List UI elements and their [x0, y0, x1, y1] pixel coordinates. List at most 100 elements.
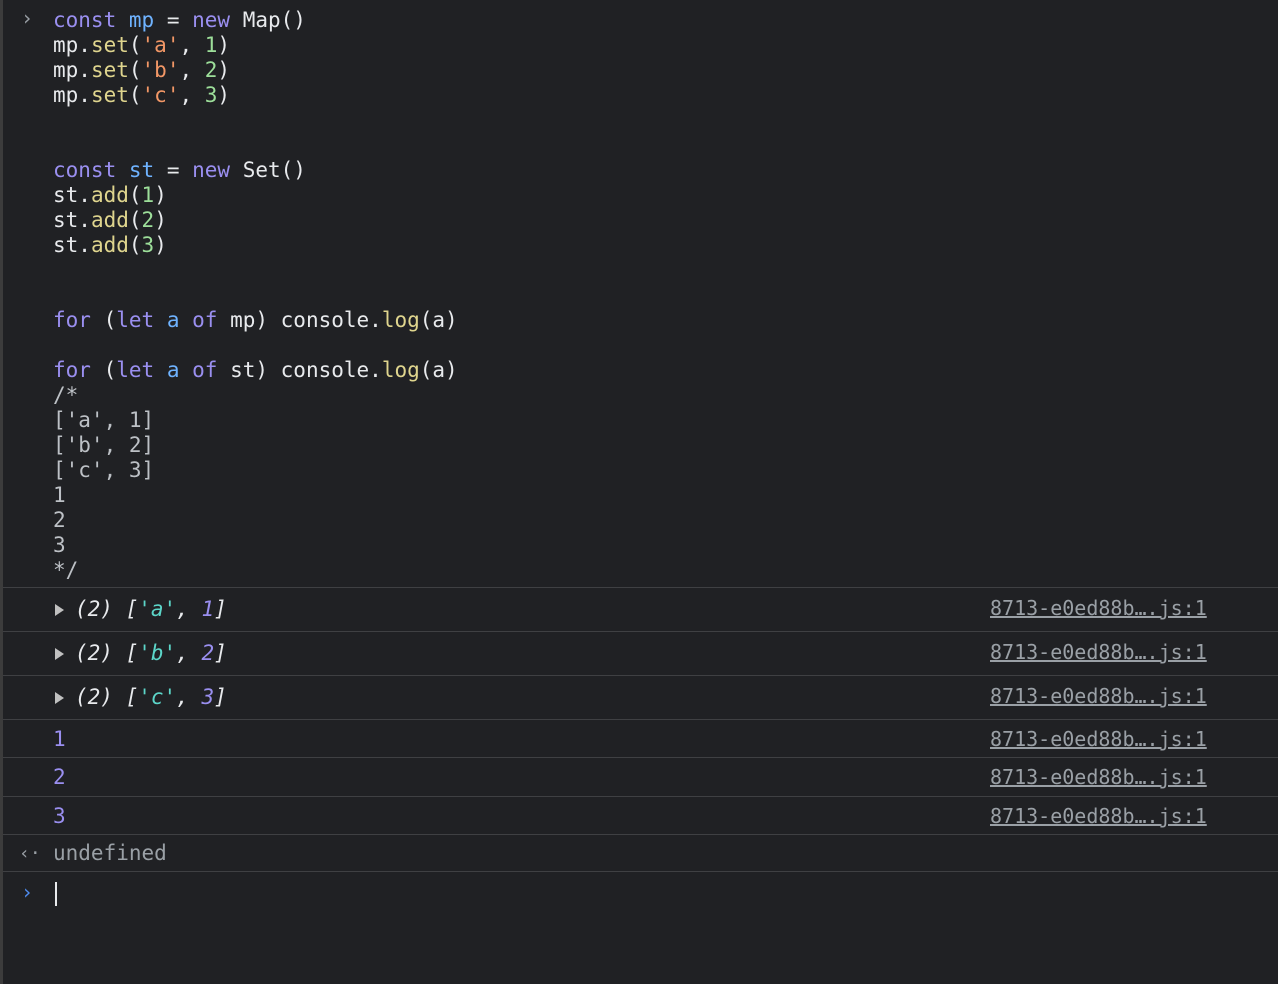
code-token: 1: [141, 183, 155, 207]
code-token: for: [53, 308, 91, 332]
code-token: const: [53, 8, 117, 32]
code-line: 2: [53, 508, 458, 533]
source-link[interactable]: 8713-e0ed88b….js:1: [990, 640, 1207, 664]
code-token: add: [90, 208, 129, 232]
code-token: const: [53, 158, 117, 182]
code-token: mp) console.: [217, 308, 382, 332]
code-token: let: [116, 358, 155, 382]
code-token: ,: [179, 33, 205, 57]
evaluated-input-block: › const mp = new Map() mp.set('a', 1) mp.s…: [3, 0, 1278, 587]
log-number: 1: [53, 727, 66, 751]
source-link[interactable]: 8713-e0ed88b….js:1: [990, 765, 1207, 789]
code-block: const mp = new Map() mp.set('a', 1) mp.set…: [53, 8, 458, 583]
input-prompt-icon: ›: [21, 880, 34, 904]
code-token: Map(): [230, 8, 306, 32]
log-row-array[interactable]: (2) ['c', 3] 8713-e0ed88b….js:1: [3, 676, 1278, 719]
code-line: mp.set('b', 2): [53, 58, 458, 83]
code-token: (: [128, 233, 142, 257]
code-token: new: [192, 158, 231, 182]
code-token: 2: [141, 208, 155, 232]
code-token: mp: [128, 8, 155, 32]
source-link[interactable]: 8713-e0ed88b….js:1: [990, 727, 1207, 751]
code-token: st: [128, 158, 155, 182]
code-token: set: [90, 83, 129, 107]
code-token: ): [217, 58, 231, 82]
code-token: of: [192, 308, 218, 332]
expand-triangle-icon[interactable]: [55, 692, 64, 704]
log-row-number: 3 8713-e0ed88b….js:1: [3, 797, 1278, 834]
code-token: let: [116, 308, 155, 332]
expand-triangle-icon[interactable]: [55, 604, 64, 616]
code-token: 'c': [141, 83, 180, 107]
code-token: add: [90, 183, 129, 207]
result-text: undefined: [53, 841, 167, 865]
code-token: Set(): [230, 158, 306, 182]
code-token: 1: [204, 33, 218, 57]
log-array-text[interactable]: (2) ['b', 2]: [75, 641, 227, 665]
code-token: 'a': [141, 33, 180, 57]
log-number: 2: [53, 765, 66, 789]
code-line: for (let a of st) console.log(a): [53, 358, 458, 383]
code-token: 3: [53, 533, 66, 557]
code-token: st.: [53, 233, 91, 257]
code-token: st.: [53, 183, 91, 207]
code-line: /*: [53, 383, 458, 408]
code-token: /*: [53, 383, 79, 407]
code-token: =: [154, 8, 193, 32]
code-token: 'b': [141, 58, 180, 82]
source-link[interactable]: 8713-e0ed88b….js:1: [990, 804, 1207, 828]
code-token: 2: [204, 58, 218, 82]
log-array-text[interactable]: (2) ['a', 1]: [75, 597, 227, 621]
code-line: st.add(1): [53, 183, 458, 208]
code-token: a: [166, 358, 180, 382]
devtools-console[interactable]: › const mp = new Map() mp.set('a', 1) mp.s…: [3, 0, 1278, 984]
source-link[interactable]: 8713-e0ed88b….js:1: [990, 684, 1207, 708]
code-line: st.add(3): [53, 233, 458, 258]
log-row-array[interactable]: (2) ['a', 1] 8713-e0ed88b….js:1: [3, 588, 1278, 631]
code-token: 1: [53, 483, 66, 507]
code-token: set: [90, 33, 129, 57]
code-token: add: [90, 233, 129, 257]
code-token: mp.: [53, 83, 91, 107]
source-link[interactable]: 8713-e0ed88b….js:1: [990, 596, 1207, 620]
code-token: */: [53, 558, 79, 582]
code-token: ): [217, 33, 231, 57]
code-token: log: [381, 308, 420, 332]
code-token: ): [154, 233, 167, 257]
code-token: (: [128, 33, 142, 57]
text-caret[interactable]: [55, 882, 57, 906]
code-token: ): [217, 83, 231, 107]
log-row-array[interactable]: (2) ['b', 2] 8713-e0ed88b….js:1: [3, 632, 1278, 675]
code-token: mp.: [53, 33, 91, 57]
code-token: 3: [141, 233, 155, 257]
code-line: 3: [53, 533, 458, 558]
log-array-text[interactable]: (2) ['c', 3]: [75, 685, 227, 709]
code-token: st) console.: [217, 358, 382, 382]
code-token: (a): [419, 308, 458, 332]
code-line: mp.set('a', 1): [53, 33, 458, 58]
code-line: st.add(2): [53, 208, 458, 233]
log-row-number: 1 8713-e0ed88b….js:1: [3, 720, 1278, 757]
code-token: st.: [53, 208, 91, 232]
input-prompt-icon: ›: [21, 6, 34, 30]
code-token: (: [90, 358, 117, 382]
code-token: ['a', 1]: [53, 408, 155, 432]
console-input[interactable]: ›: [3, 872, 1278, 984]
code-token: (a): [419, 358, 458, 382]
code-line: for (let a of mp) console.log(a): [53, 308, 458, 333]
code-token: (: [90, 308, 117, 332]
return-value-icon: ‹·: [19, 843, 41, 864]
code-token: ,: [179, 83, 205, 107]
code-line: mp.set('c', 3): [53, 83, 458, 108]
code-token: =: [154, 158, 193, 182]
expand-triangle-icon[interactable]: [55, 648, 64, 660]
